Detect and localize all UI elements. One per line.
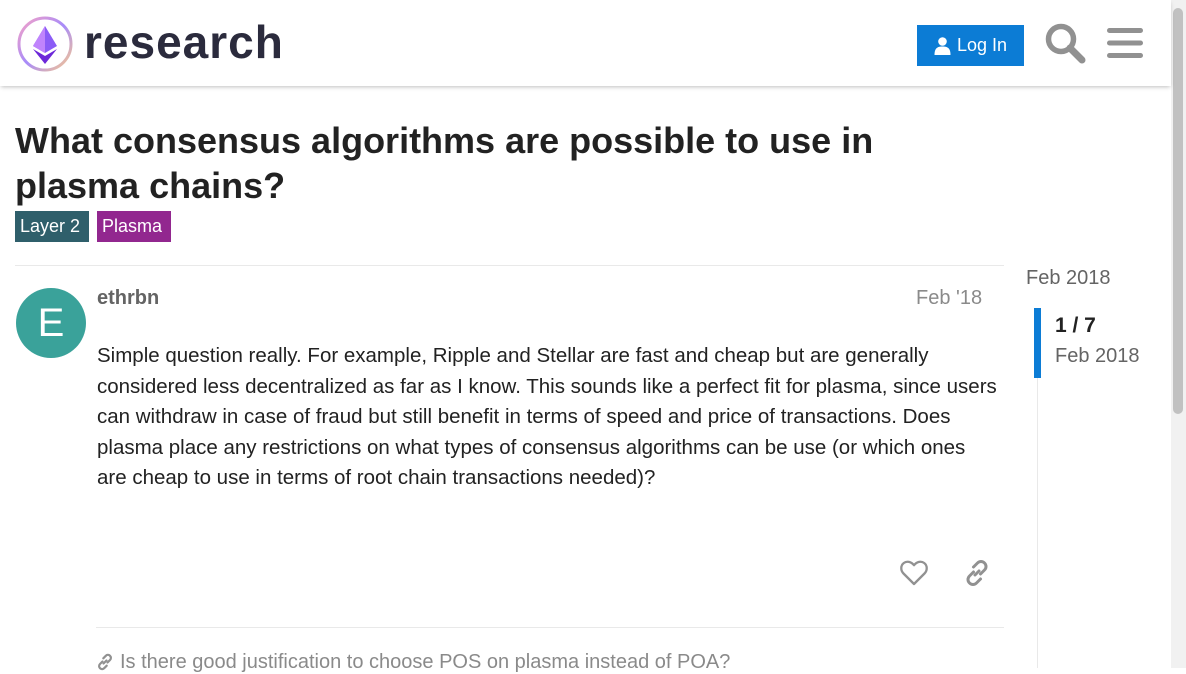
ethereum-logo-icon[interactable] (16, 15, 74, 73)
heart-icon[interactable] (900, 560, 928, 586)
post-date[interactable]: Feb '18 (916, 287, 982, 310)
site-header: research Log In (0, 0, 1171, 86)
user-icon (934, 36, 951, 55)
hamburger-menu-icon[interactable] (1106, 25, 1144, 61)
post-body: Simple question really. For example, Rip… (97, 344, 997, 489)
post-divider (15, 265, 1004, 266)
login-button[interactable]: Log In (917, 25, 1024, 66)
linked-topic-title[interactable]: Is there good justification to choose PO… (120, 651, 730, 674)
timeline-scroll-handle[interactable] (1034, 308, 1041, 378)
link-icon[interactable] (963, 559, 991, 587)
topic-title[interactable]: What consensus algorithms are possible t… (15, 118, 975, 208)
tag-plasma[interactable]: Plasma (97, 211, 171, 242)
linked-topic[interactable]: Is there good justification to choose PO… (96, 650, 730, 674)
post-footer-divider (96, 627, 1004, 628)
avatar[interactable]: E (16, 288, 86, 358)
search-icon[interactable] (1044, 22, 1086, 64)
timeline-current-date: Feb 2018 (1055, 345, 1140, 367)
timeline-position: 1 / 7 (1055, 314, 1096, 337)
page-scrollbar-thumb[interactable] (1173, 8, 1183, 414)
login-label: Log In (956, 35, 1008, 55)
timeline-start-date[interactable]: Feb 2018 (1026, 267, 1111, 290)
link-icon (98, 653, 112, 671)
tag-layer-2[interactable]: Layer 2 (15, 211, 89, 242)
post-username[interactable]: ethrbn (97, 287, 159, 310)
site-logo-text[interactable]: research (84, 14, 284, 70)
